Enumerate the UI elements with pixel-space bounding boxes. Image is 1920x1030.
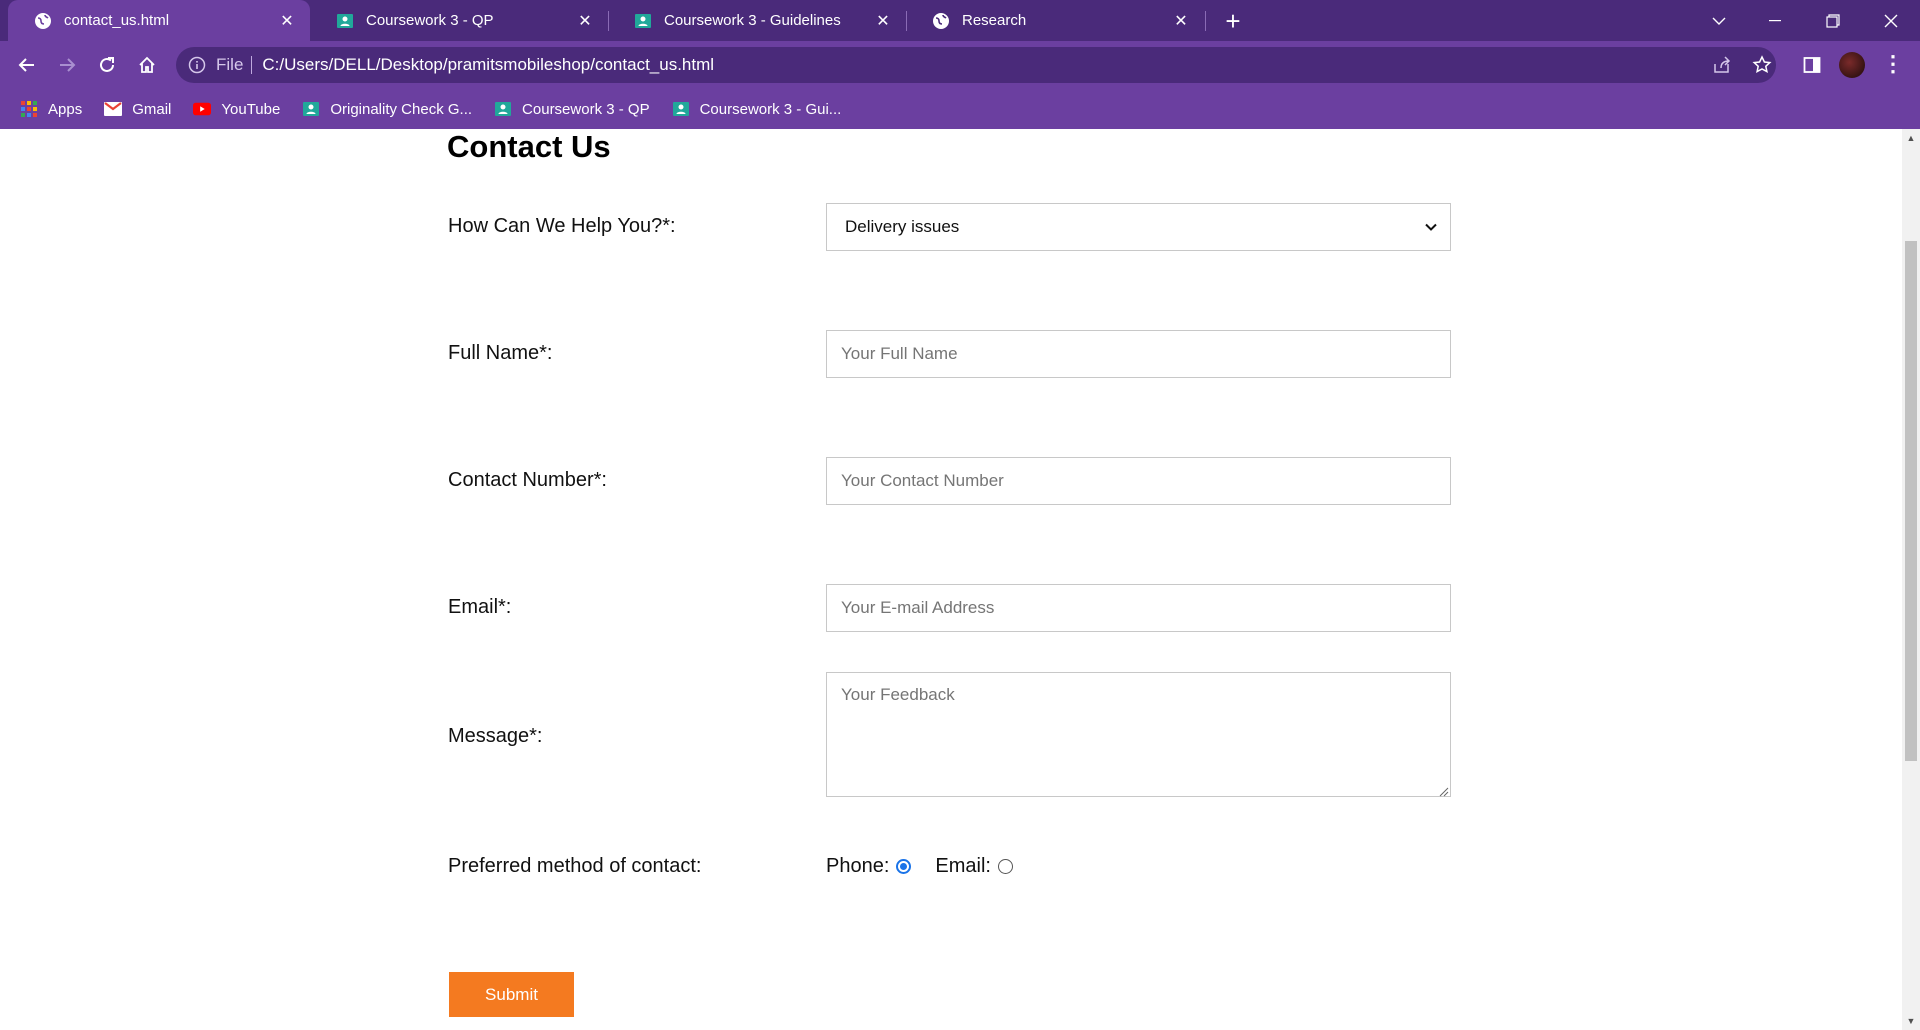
forward-button[interactable] (51, 49, 83, 81)
page-title: Contact Us (447, 129, 611, 164)
email-option-label: Email: (935, 855, 991, 877)
menu-more-icon[interactable]: ⋮ (1880, 49, 1906, 79)
close-icon[interactable]: ✕ (572, 8, 598, 34)
tab-separator (1205, 11, 1206, 31)
email-input[interactable] (826, 584, 1451, 632)
page-viewport: Contact Us How Can We Help You?*: Delive… (0, 129, 1902, 1030)
help-select-value: Delivery issues (845, 217, 960, 236)
submit-button[interactable]: Submit (449, 972, 574, 1017)
globe-icon (34, 12, 52, 30)
share-icon (1714, 56, 1731, 73)
tab-title: contact_us.html (64, 12, 170, 29)
page-scrollbar[interactable]: ▲ ▼ (1902, 129, 1920, 1030)
star-icon (1752, 55, 1772, 74)
full-name-label: Full Name*: (448, 342, 553, 364)
back-button[interactable] (11, 49, 43, 81)
bookmark-label: Coursework 3 - QP (522, 100, 650, 118)
new-tab-button[interactable]: + (1218, 6, 1248, 36)
reload-icon (100, 57, 114, 72)
close-icon (1884, 14, 1898, 27)
chevron-down-icon (1712, 17, 1726, 25)
classroom-icon (336, 12, 354, 30)
close-icon[interactable]: ✕ (870, 8, 896, 34)
address-bar[interactable]: File C:/Users/DELL/Desktop/pramitsmobile… (176, 47, 1776, 83)
bookmark-coursework-guidelines[interactable]: Coursework 3 - Gui... (672, 100, 842, 118)
scroll-down-arrow-icon[interactable]: ▼ (1902, 1012, 1920, 1030)
message-label: Message*: (448, 725, 543, 747)
close-icon[interactable]: ✕ (1168, 8, 1194, 34)
contact-number-label: Contact Number*: (448, 469, 607, 491)
youtube-icon (193, 100, 212, 118)
bookmark-label: Gmail (132, 100, 172, 118)
home-icon (139, 56, 155, 73)
message-textarea[interactable] (826, 672, 1451, 797)
tab-strip: contact_us.html ✕ Coursework 3 - QP ✕ Co… (0, 0, 1920, 41)
resize-grip-icon[interactable] (1437, 785, 1449, 797)
side-panel-button[interactable] (1796, 49, 1828, 81)
chevron-down-icon (1425, 223, 1437, 231)
email-radio[interactable] (997, 859, 1013, 874)
classroom-icon (672, 100, 690, 118)
url-scheme: File (216, 55, 244, 74)
minimize-button[interactable] (1746, 0, 1804, 41)
bookmark-apps[interactable]: Apps (20, 100, 82, 118)
help-label: How Can We Help You?*: (448, 215, 676, 237)
globe-icon (932, 12, 950, 30)
bookmark-gmail[interactable]: Gmail (104, 100, 171, 118)
scroll-up-arrow-icon[interactable]: ▲ (1902, 129, 1920, 147)
bookmark-label: YouTube (221, 100, 281, 118)
tab-coursework-guidelines[interactable]: Coursework 3 - Guidelines ✕ (608, 0, 906, 41)
classroom-icon (634, 12, 652, 30)
close-window-button[interactable] (1862, 0, 1920, 41)
browser-toolbar: File C:/Users/DELL/Desktop/pramitsmobile… (0, 41, 1920, 89)
bookmark-label: Apps (48, 100, 83, 118)
phone-option-label: Phone: (826, 855, 890, 877)
contact-number-input[interactable] (826, 457, 1451, 505)
close-icon[interactable]: ✕ (274, 8, 300, 34)
bookmark-label: Originality Check G... (330, 100, 473, 118)
full-name-input[interactable] (826, 330, 1451, 378)
preferred-contact-label: Preferred method of contact: (448, 855, 702, 877)
email-label: Email*: (448, 596, 512, 618)
tab-contact-us[interactable]: contact_us.html ✕ (8, 0, 310, 41)
phone-radio[interactable] (896, 859, 912, 874)
reload-button[interactable] (91, 49, 123, 81)
bookmark-originality-check[interactable]: Originality Check G... (302, 100, 472, 118)
bookmark-youtube[interactable]: YouTube (193, 100, 280, 118)
tab-title: Research (962, 12, 1027, 29)
minimize-icon (1769, 19, 1781, 21)
bookmark-star-button[interactable] (1746, 49, 1778, 81)
tab-title: Coursework 3 - QP (366, 12, 494, 29)
bookmark-label: Coursework 3 - Gui... (699, 100, 842, 118)
apps-grid-icon (20, 100, 38, 118)
restore-button[interactable] (1804, 0, 1862, 41)
home-button[interactable] (131, 49, 163, 81)
preferred-contact-options: Phone: Email: (826, 855, 1037, 878)
share-button[interactable] (1706, 49, 1738, 81)
info-icon (188, 56, 206, 74)
tab-search-button[interactable] (1690, 0, 1748, 41)
bookmarks-bar: Apps Gmail YouTube Originality Check G..… (0, 89, 1920, 129)
help-select[interactable]: Delivery issues (826, 203, 1451, 251)
url-text: C:/Users/DELL/Desktop/pramitsmobileshop/… (262, 55, 715, 74)
arrow-right-icon (60, 58, 76, 72)
tab-research[interactable]: Research ✕ (906, 0, 1204, 41)
side-panel-icon (1803, 57, 1821, 73)
gmail-icon (104, 100, 123, 118)
classroom-icon (302, 100, 320, 118)
profile-avatar[interactable] (1839, 52, 1865, 78)
restore-icon (1826, 13, 1840, 28)
scrollbar-thumb[interactable] (1905, 241, 1917, 761)
arrow-left-icon (18, 58, 34, 72)
bookmark-coursework-qp[interactable]: Coursework 3 - QP (494, 100, 650, 118)
url-separator (251, 56, 253, 74)
tab-coursework-qp[interactable]: Coursework 3 - QP ✕ (310, 0, 608, 41)
classroom-icon (494, 100, 512, 118)
tab-title: Coursework 3 - Guidelines (664, 12, 841, 29)
